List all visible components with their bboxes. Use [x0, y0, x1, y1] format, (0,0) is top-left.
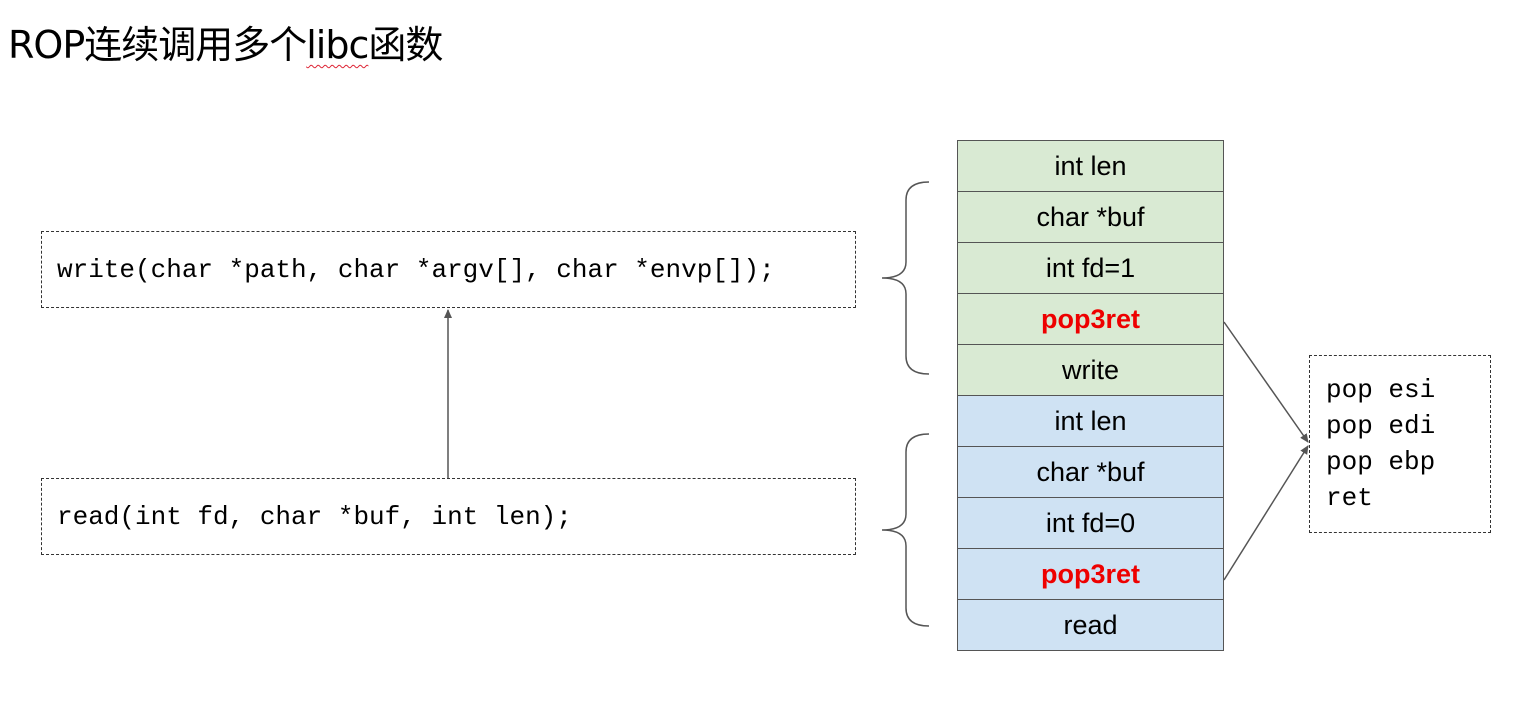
read-frame-brace: [881, 433, 930, 627]
pop3ret-arrow-lower: [1223, 445, 1309, 581]
connectors-overlay: [444, 181, 1309, 627]
pop3ret-arrow-upper: [1223, 321, 1309, 443]
write-frame-brace: [881, 181, 930, 375]
